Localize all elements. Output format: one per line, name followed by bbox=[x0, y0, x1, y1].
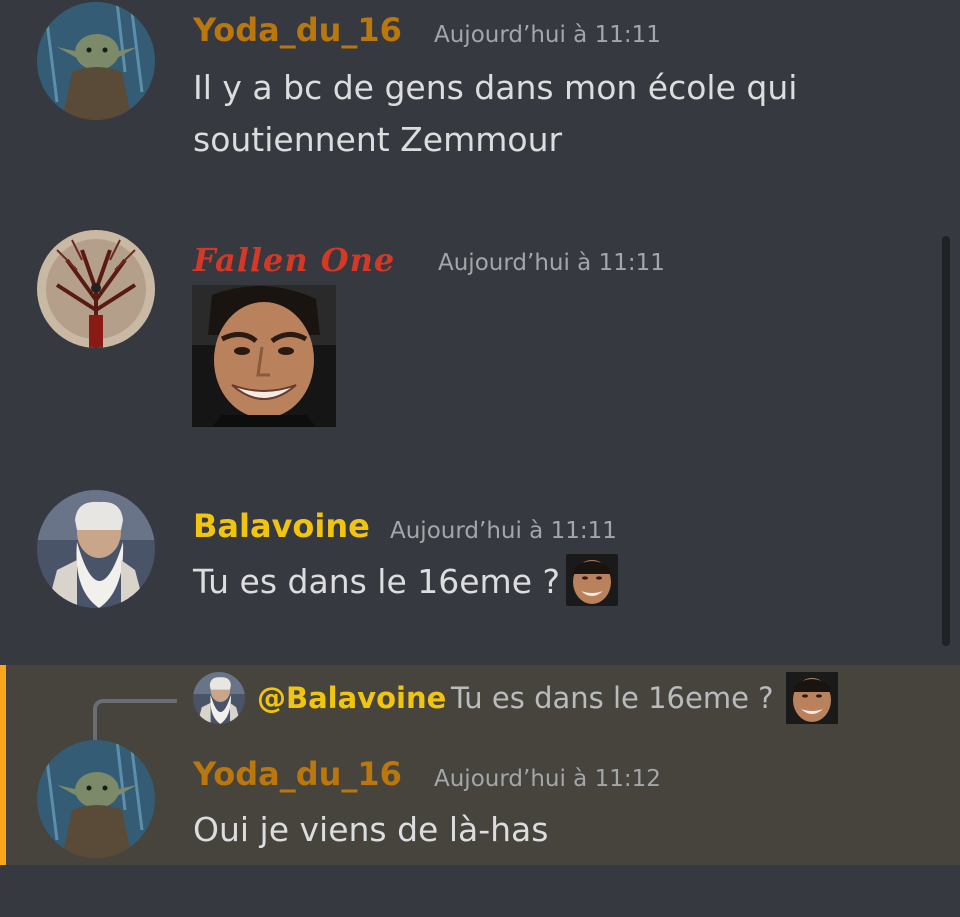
reply-preview-text[interactable]: Tu es dans le 16eme ? bbox=[451, 684, 774, 713]
message-fallen-one: Fallen One Aujourd’hui à 11:11 bbox=[0, 220, 940, 440]
avatar-balavoine[interactable] bbox=[37, 490, 155, 608]
message-body: Tu es dans le 16eme ? bbox=[193, 562, 561, 601]
reply-avatar-balavoine[interactable] bbox=[193, 672, 245, 724]
message-balavoine: Balavoine Aujourd’hui à 11:11 Tu es dans… bbox=[0, 480, 940, 650]
message-text: Tu es dans le 16eme ? bbox=[193, 553, 619, 610]
smiling-man-emoji-icon bbox=[786, 672, 838, 724]
avatar-yoda[interactable] bbox=[37, 2, 155, 120]
message-yoda-2: Yoda_du_16 Aujourd’hui à 11:12 Oui je vi… bbox=[0, 730, 940, 865]
message-yoda-1: Yoda_du_16 Aujourd’hui à 11:11 Il y a bc… bbox=[0, 0, 940, 180]
author-name[interactable]: Fallen One bbox=[193, 244, 395, 276]
scrollbar-thumb[interactable] bbox=[942, 236, 950, 646]
attachment-image[interactable] bbox=[192, 285, 336, 427]
reply-mention[interactable]: @Balavoine bbox=[257, 684, 446, 713]
author-name[interactable]: Yoda_du_16 bbox=[193, 14, 402, 46]
timestamp: Aujourd’hui à 11:11 bbox=[438, 250, 665, 276]
timestamp: Aujourd’hui à 11:12 bbox=[434, 766, 661, 792]
timestamp: Aujourd’hui à 11:11 bbox=[390, 518, 617, 544]
message-text: Il y a bc de gens dans mon école qui sou… bbox=[193, 62, 797, 166]
message-text: Oui je viens de là-has bbox=[193, 810, 549, 849]
message-line: soutiennent Zemmour bbox=[193, 120, 563, 159]
author-name[interactable]: Balavoine bbox=[193, 510, 370, 542]
timestamp: Aujourd’hui à 11:11 bbox=[434, 22, 661, 48]
avatar-fallen-one[interactable] bbox=[37, 230, 155, 348]
smiling-man-emoji-icon bbox=[566, 553, 619, 606]
message-line: Il y a bc de gens dans mon école qui bbox=[193, 68, 798, 107]
author-name[interactable]: Yoda_du_16 bbox=[193, 758, 402, 790]
avatar-yoda[interactable] bbox=[37, 740, 155, 858]
